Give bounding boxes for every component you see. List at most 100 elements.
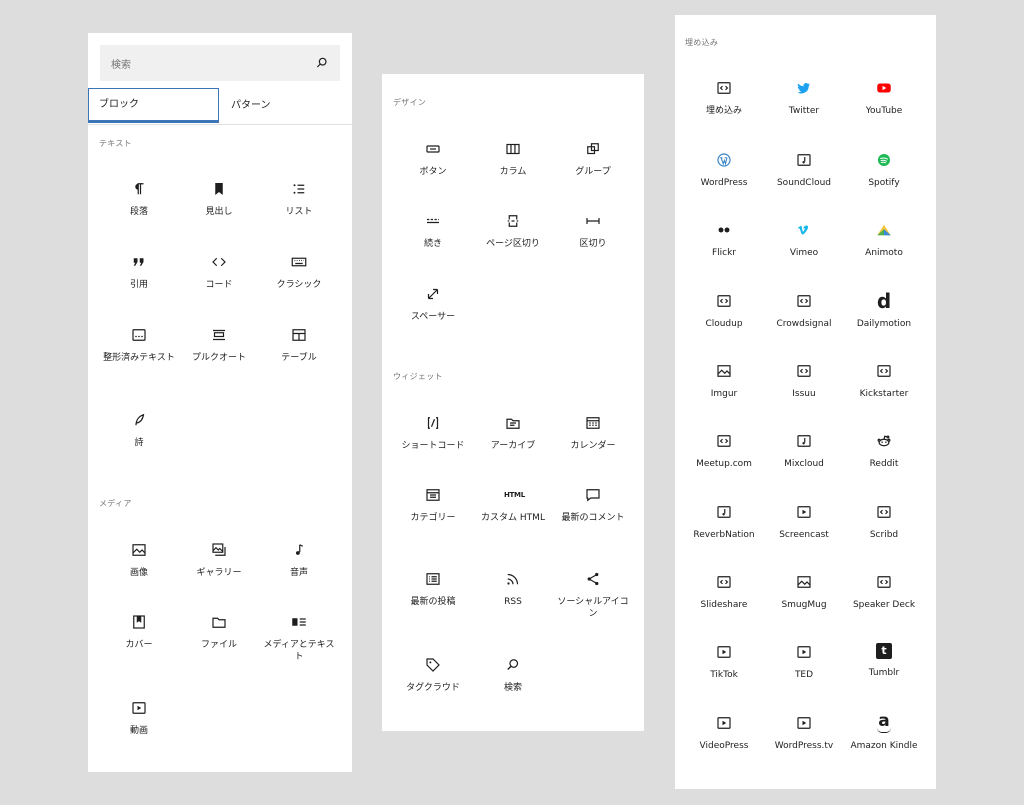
columns-icon	[506, 143, 520, 155]
block-item-embed[interactable]: Speaker Deck	[846, 573, 922, 611]
block-item-embed[interactable]: Kickstarter	[846, 362, 922, 400]
block-item-animoto[interactable]: Animoto	[846, 221, 922, 259]
more-icon	[427, 218, 439, 224]
audio-icon	[296, 544, 304, 555]
block-item-flickr[interactable]: Flickr	[686, 221, 762, 259]
block-item-embed[interactable]: Issuu	[766, 362, 842, 400]
block-item-separator[interactable]: 区切り	[555, 212, 631, 250]
block-item-list[interactable]: リスト	[261, 180, 337, 218]
section-title-widgets: ウィジェット	[393, 372, 443, 381]
block-item-amazon[interactable]: a Amazon Kindle	[846, 713, 922, 752]
block-item-video[interactable]: Screencast	[766, 503, 842, 541]
block-item-label: Reddit	[869, 459, 899, 469]
animoto-icon	[877, 224, 891, 236]
block-item-label: タグクラウド	[406, 683, 460, 693]
block-item-pullquote[interactable]: プルクオート	[181, 326, 257, 364]
block-item-video[interactable]: WordPress.tv	[766, 714, 842, 752]
block-item-calendar[interactable]: カレンダー	[555, 414, 631, 452]
block-item-image[interactable]: 画像	[101, 541, 177, 579]
tab-blocks[interactable]: ブロック	[88, 88, 219, 123]
block-item-reddit[interactable]: Reddit	[846, 432, 922, 470]
block-item-label: ギャラリー	[196, 568, 242, 578]
block-item-cover[interactable]: カバー	[101, 613, 177, 651]
block-item-label: カテゴリー	[410, 513, 456, 523]
block-item-spotify[interactable]: Spotify	[846, 151, 922, 189]
block-item-image[interactable]: Imgur	[686, 362, 762, 400]
block-item-verse[interactable]: 詩	[101, 411, 177, 449]
block-item-table[interactable]: テーブル	[261, 326, 337, 364]
paragraph-icon	[135, 183, 144, 195]
search-icon[interactable]	[314, 55, 330, 71]
block-item-page-break[interactable]: ページ区切り	[475, 212, 551, 250]
block-item-soundcloud[interactable]: SoundCloud	[766, 151, 842, 189]
block-item-keyboard[interactable]: クラシック	[261, 253, 337, 291]
block-item-embed[interactable]: Slideshare	[686, 573, 762, 611]
block-item-embed[interactable]: Cloudup	[686, 292, 762, 330]
block-item-label: 段落	[129, 207, 148, 217]
block-item-twitter[interactable]: Twitter	[766, 79, 842, 117]
block-item-file[interactable]: ファイル	[181, 613, 257, 651]
block-item-comment[interactable]: 最新のコメント	[555, 486, 631, 524]
block-item-preformatted[interactable]: 整形済みテキスト	[101, 326, 177, 364]
embed-icon	[717, 576, 731, 588]
block-item-label: グループ	[575, 167, 611, 177]
block-item-label: カスタム HTML	[481, 513, 545, 523]
block-item-label: Vimeo	[789, 248, 819, 258]
block-item-share[interactable]: ソーシャルアイコン	[555, 570, 631, 620]
block-item-audio-embed[interactable]: ReverbNation	[686, 503, 762, 541]
block-item-label: Imgur	[710, 389, 738, 399]
block-item-label: WordPress	[700, 178, 748, 188]
block-item-audio-embed[interactable]: Mixcloud	[766, 432, 842, 470]
block-item-columns[interactable]: カラム	[475, 140, 551, 178]
cover-icon	[133, 615, 145, 629]
heading-icon	[215, 183, 223, 195]
block-item-wordpress[interactable]: WordPress	[686, 151, 762, 189]
block-item-label: TED	[794, 670, 814, 680]
pullquote-icon	[213, 329, 225, 341]
block-item-label: Animoto	[865, 248, 903, 258]
rss-icon	[507, 573, 519, 585]
block-item-search[interactable]: 検索	[475, 656, 551, 694]
latest-posts-icon	[426, 573, 440, 585]
block-item-categories[interactable]: カテゴリー	[395, 486, 471, 524]
block-item-embed[interactable]: Crowdsignal	[766, 292, 842, 330]
block-item-video[interactable]: TikTok	[686, 643, 762, 681]
block-item-embed[interactable]: Meetup.com	[686, 432, 762, 470]
block-item-archive[interactable]: アーカイブ	[475, 414, 551, 452]
block-item-heading[interactable]: 見出し	[181, 180, 257, 218]
block-item-code[interactable]: コード	[181, 253, 257, 291]
block-item-gallery[interactable]: ギャラリー	[181, 541, 257, 579]
block-item-spacer[interactable]: スペーサー	[395, 285, 471, 323]
verse-icon	[135, 413, 145, 426]
block-item-video[interactable]: VideoPress	[686, 714, 762, 752]
block-item-quote[interactable]: 引用	[101, 253, 177, 291]
section-title-design: デザイン	[393, 98, 427, 107]
block-item-image[interactable]: SmugMug	[766, 573, 842, 611]
block-item-audio[interactable]: 音声	[261, 541, 337, 579]
block-item-tumblr[interactable]: t Tumblr	[846, 643, 922, 679]
block-item-dailymotion[interactable]: d Dailymotion	[846, 291, 922, 330]
block-item-more[interactable]: 続き	[395, 212, 471, 250]
tab-patterns[interactable]: パターン	[219, 88, 352, 123]
tumblr-icon: t	[876, 643, 892, 659]
block-item-rss[interactable]: RSS	[475, 570, 551, 608]
block-item-html[interactable]: HTML カスタム HTML	[475, 486, 551, 524]
block-item-embed[interactable]: Scribd	[846, 503, 922, 541]
block-item-tag[interactable]: タグクラウド	[395, 656, 471, 694]
code-icon	[212, 257, 226, 267]
block-item-vimeo[interactable]: Vimeo	[766, 221, 842, 259]
block-item-group[interactable]: グループ	[555, 140, 631, 178]
block-item-button[interactable]: ボタン	[395, 140, 471, 178]
block-item-youtube[interactable]: YouTube	[846, 79, 922, 117]
block-item-media-text[interactable]: メディアとテキスト	[261, 613, 337, 663]
embed-icon	[717, 295, 731, 307]
block-item-video[interactable]: 動画	[101, 699, 177, 737]
block-item-paragraph[interactable]: 段落	[101, 180, 177, 218]
embed-icon	[877, 365, 891, 377]
block-item-video[interactable]: TED	[766, 643, 842, 681]
block-item-latest-posts[interactable]: 最新の投稿	[395, 570, 471, 608]
block-item-shortcode[interactable]: ショートコード	[395, 414, 471, 452]
block-item-label: ボタン	[419, 167, 447, 177]
block-item-embed[interactable]: 埋め込み	[686, 79, 762, 117]
search-input[interactable]: 検索	[100, 45, 340, 81]
